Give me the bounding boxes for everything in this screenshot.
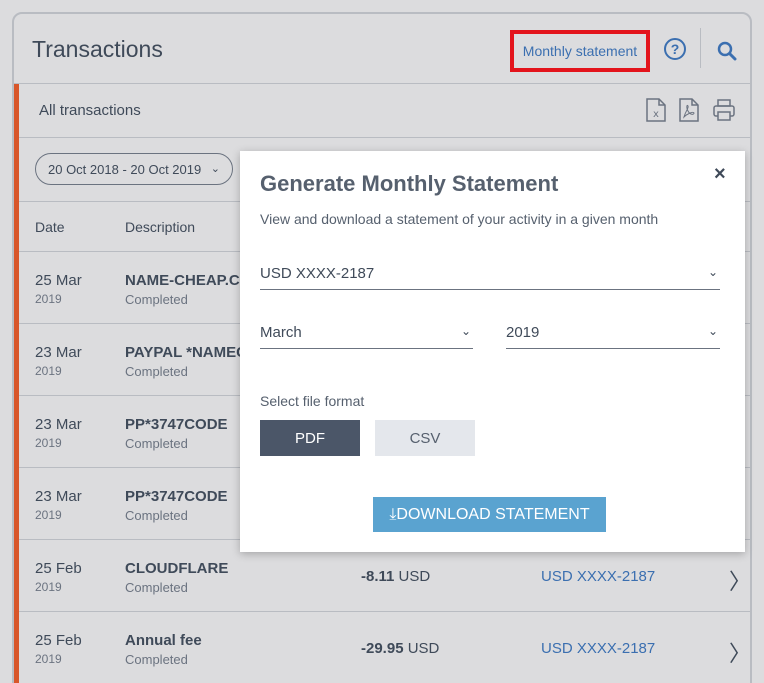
excel-file-icon[interactable]: x bbox=[646, 98, 666, 122]
modal-title: Generate Monthly Statement bbox=[260, 171, 559, 196]
row-account-link[interactable]: USD XXXX-2187 bbox=[541, 640, 655, 657]
year-select[interactable]: 2019 ⌄ bbox=[506, 319, 720, 349]
row-day: 23 Mar bbox=[35, 416, 82, 433]
print-icon[interactable] bbox=[712, 98, 736, 122]
date-range-dropdown[interactable]: 20 Oct 2018 - 20 Oct 2019 ⌄ bbox=[35, 153, 233, 185]
svg-text:x: x bbox=[653, 109, 659, 120]
chevron-down-icon: ⌄ bbox=[210, 163, 220, 175]
month-select-value: March bbox=[260, 324, 302, 341]
all-transactions-label: All transactions bbox=[39, 102, 141, 119]
account-select[interactable]: USD XXXX-2187 ⌄ bbox=[260, 260, 720, 290]
row-day: 23 Mar bbox=[35, 344, 82, 361]
row-year: 2019 bbox=[35, 436, 62, 450]
row-year: 2019 bbox=[35, 652, 62, 666]
row-amount: -8.11 USD bbox=[361, 568, 430, 585]
row-status: Completed bbox=[125, 580, 188, 595]
row-year: 2019 bbox=[35, 580, 62, 594]
chevron-down-icon: ⌄ bbox=[707, 265, 718, 279]
close-icon[interactable]: × bbox=[714, 163, 726, 186]
download-statement-button[interactable]: ⤓DOWNLOAD STATEMENT bbox=[373, 497, 606, 532]
column-date: Date bbox=[35, 219, 65, 235]
modal-description: View and download a statement of your ac… bbox=[260, 211, 659, 227]
row-day: 25 Mar bbox=[35, 272, 82, 289]
row-year: 2019 bbox=[35, 364, 62, 378]
help-icon[interactable]: ? bbox=[664, 38, 686, 60]
row-name: Annual fee bbox=[125, 632, 202, 649]
row-name: PP*3747CODE bbox=[125, 416, 228, 433]
row-status: Completed bbox=[125, 508, 188, 523]
table-row[interactable]: 25 Feb 2019 Annual fee Completed -29.95 … bbox=[19, 612, 750, 683]
row-amount: -29.95 USD bbox=[361, 640, 439, 657]
row-year: 2019 bbox=[35, 508, 62, 522]
account-select-value: USD XXXX-2187 bbox=[260, 265, 375, 282]
row-status: Completed bbox=[125, 292, 188, 307]
monthly-statement-link[interactable]: Monthly statement bbox=[510, 30, 650, 72]
amount-value: -8.11 bbox=[361, 568, 395, 585]
page-title: Transactions bbox=[32, 36, 163, 62]
year-select-value: 2019 bbox=[506, 324, 540, 341]
amount-currency: USD bbox=[407, 640, 440, 657]
amount-value: -29.95 bbox=[361, 640, 404, 657]
subheader: All transactions x bbox=[19, 84, 750, 138]
format-csv-button[interactable]: CSV bbox=[375, 420, 475, 456]
panel-header: Transactions Monthly statement ? bbox=[14, 14, 750, 84]
row-name: CLOUDFLARE bbox=[125, 560, 229, 577]
chevron-down-icon: ⌄ bbox=[460, 324, 471, 338]
month-select[interactable]: March ⌄ bbox=[260, 319, 473, 349]
column-description: Description bbox=[125, 219, 196, 235]
chevron-right-icon[interactable]: 〉 bbox=[729, 564, 750, 596]
date-range-value: 20 Oct 2018 - 20 Oct 2019 bbox=[48, 161, 202, 177]
row-day: 25 Feb bbox=[35, 560, 82, 577]
row-status: Completed bbox=[125, 364, 188, 379]
row-status: Completed bbox=[125, 436, 188, 451]
chevron-right-icon[interactable]: 〉 bbox=[729, 636, 750, 668]
pdf-file-icon[interactable] bbox=[679, 98, 699, 122]
format-pdf-button[interactable]: PDF bbox=[260, 420, 360, 456]
monthly-statement-modal: Generate Monthly Statement × View and do… bbox=[240, 151, 745, 552]
row-day: 25 Feb bbox=[35, 632, 82, 649]
row-day: 23 Mar bbox=[35, 488, 82, 505]
chevron-down-icon: ⌄ bbox=[707, 324, 718, 338]
file-format-label: Select file format bbox=[260, 393, 365, 409]
amount-currency: USD bbox=[398, 568, 431, 585]
header-divider bbox=[700, 28, 701, 68]
row-status: Completed bbox=[125, 652, 188, 667]
row-name: PP*3747CODE bbox=[125, 488, 228, 505]
row-year: 2019 bbox=[35, 292, 62, 306]
search-icon[interactable] bbox=[717, 41, 737, 61]
row-account-link[interactable]: USD XXXX-2187 bbox=[541, 568, 655, 585]
